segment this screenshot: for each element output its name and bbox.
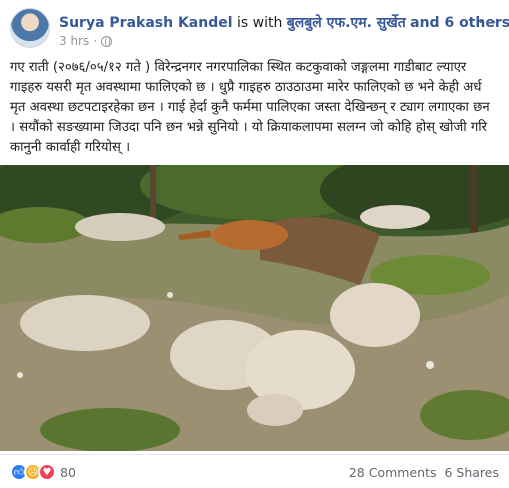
- post-footer: 👍︎ ☹ ♥ 80 28 Comments 6 Shares: [0, 454, 509, 488]
- photo-illustration: [0, 165, 509, 451]
- post-text: गए राती (२०७६/०५/१२ गते ) विरेन्द्रनगर न…: [10, 60, 490, 155]
- post-stats: 28 Comments 6 Shares: [349, 465, 499, 480]
- post-meta: 3 hrs ·: [59, 34, 113, 48]
- comments-link[interactable]: 28 Comments: [349, 465, 437, 480]
- author-line: Surya Prakash Kandel is with बुलबुले एफ.…: [59, 13, 509, 32]
- meta-separator: ·: [93, 34, 98, 48]
- with-text: is with: [236, 15, 283, 31]
- author-name[interactable]: Surya Prakash Kandel: [59, 15, 233, 31]
- timestamp[interactable]: 3 hrs: [59, 34, 89, 48]
- globe-icon[interactable]: [101, 35, 113, 47]
- reaction-count: 80: [60, 464, 76, 480]
- post-photo[interactable]: [0, 165, 509, 451]
- tagged-page[interactable]: बुलबुले एफ.एम. सुर्खेत: [287, 15, 406, 31]
- more-icon[interactable]: ···: [478, 12, 498, 33]
- author-avatar[interactable]: [10, 8, 50, 48]
- shares-link[interactable]: 6 Shares: [444, 465, 499, 480]
- facebook-post: Surya Prakash Kandel is with बुलबुले एफ.…: [0, 0, 509, 488]
- post-header: Surya Prakash Kandel is with बुलबुले एफ.…: [10, 8, 509, 50]
- love-icon: ♥: [38, 463, 56, 481]
- reactions-summary[interactable]: 👍︎ ☹ ♥ 80: [10, 463, 76, 481]
